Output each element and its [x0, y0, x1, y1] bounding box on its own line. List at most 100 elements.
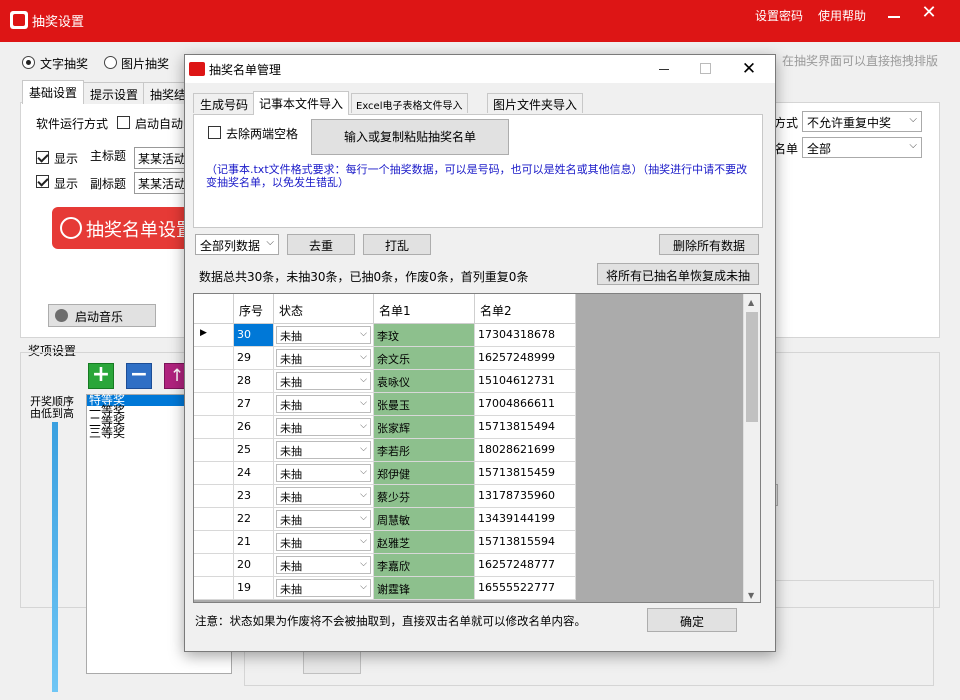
music-button[interactable]: 启动音乐: [48, 304, 156, 327]
cell-status[interactable]: 未抽 ⌵: [274, 508, 374, 531]
cell-name2[interactable]: 15713815594: [475, 531, 576, 554]
cell-index[interactable]: 22: [234, 508, 274, 531]
cell-name1[interactable]: 蔡少芬: [374, 485, 475, 508]
show-sub-title-checkbox[interactable]: [36, 175, 49, 188]
repeat-mode-select[interactable]: 不允许重复中奖 ⌵: [802, 111, 922, 132]
status-select[interactable]: 未抽 ⌵: [276, 326, 371, 344]
status-select[interactable]: 未抽 ⌵: [276, 395, 371, 413]
row-header[interactable]: [194, 439, 234, 462]
status-select[interactable]: 未抽 ⌵: [276, 464, 371, 482]
cell-name2[interactable]: 18028621699: [475, 439, 576, 462]
cell-index[interactable]: 20: [234, 554, 274, 577]
cell-name2[interactable]: 17004866611: [475, 393, 576, 416]
cell-name2[interactable]: 16257248999: [475, 347, 576, 370]
close-icon[interactable]: ✕: [914, 2, 944, 26]
trim-spaces-checkbox[interactable]: [208, 126, 221, 139]
row-header[interactable]: [194, 462, 234, 485]
remove-prize-button[interactable]: −: [126, 363, 152, 389]
cell-name2[interactable]: 15713815459: [475, 462, 576, 485]
cell-name1[interactable]: 郑伊健: [374, 462, 475, 485]
tab-excel-import[interactable]: Excel电子表格文件导入: [351, 93, 468, 113]
cell-name2[interactable]: 17304318678: [475, 324, 576, 347]
cell-status[interactable]: 未抽 ⌵: [274, 531, 374, 554]
shuffle-button[interactable]: 打乱: [363, 234, 431, 255]
row-header[interactable]: [194, 393, 234, 416]
help-link[interactable]: 使用帮助: [818, 7, 866, 24]
cell-name1[interactable]: 余文乐: [374, 347, 475, 370]
list-settings-button[interactable]: 抽奖名单设置: [52, 207, 192, 249]
delete-all-button[interactable]: 删除所有数据: [659, 234, 759, 255]
row-header[interactable]: [194, 577, 234, 600]
maximize-icon[interactable]: [695, 59, 715, 79]
auto-start-checkbox[interactable]: [117, 116, 130, 129]
tab-notepad-import[interactable]: 记事本文件导入: [253, 91, 350, 115]
cell-status[interactable]: 未抽 ⌵: [274, 416, 374, 439]
cell-index[interactable]: 28: [234, 370, 274, 393]
row-header[interactable]: [194, 416, 234, 439]
column-filter-select[interactable]: 全部列数据 ⌵: [195, 234, 279, 255]
tab-basic-settings[interactable]: 基础设置: [22, 80, 85, 104]
status-select[interactable]: 未抽 ⌵: [276, 533, 371, 551]
cell-name2[interactable]: 16555522777: [475, 577, 576, 600]
cell-name1[interactable]: 李嘉欣: [374, 554, 475, 577]
cell-index[interactable]: 26: [234, 416, 274, 439]
cell-index[interactable]: 25: [234, 439, 274, 462]
vertical-scrollbar[interactable]: ▲ ▼: [743, 294, 760, 602]
status-select[interactable]: 未抽 ⌵: [276, 487, 371, 505]
cell-name1[interactable]: 赵雅芝: [374, 531, 475, 554]
scroll-up-icon[interactable]: ▲: [748, 298, 754, 307]
cell-name1[interactable]: 周慧敏: [374, 508, 475, 531]
cell-status[interactable]: 未抽 ⌵: [274, 324, 374, 347]
mode-text-radio[interactable]: [22, 56, 35, 69]
tab-image-folder-import[interactable]: 图片文件夹导入: [487, 93, 584, 113]
restore-undrawn-button[interactable]: 将所有已抽名单恢复成未抽: [597, 263, 759, 285]
cell-index[interactable]: 24: [234, 462, 274, 485]
sub-title-input[interactable]: 某某活动: [134, 172, 188, 194]
cell-name2[interactable]: 16257248777: [475, 554, 576, 577]
list-range-select[interactable]: 全部 ⌵: [802, 137, 922, 158]
name-list-grid[interactable]: 序号 状态 名单1 名单2 ▶ 30 未抽 ⌵ 李玟 17304318678 29 未抽 ⌵ 余文…: [193, 293, 761, 603]
column-header-index[interactable]: 序号: [234, 294, 274, 324]
row-header[interactable]: [194, 347, 234, 370]
cell-name1[interactable]: 李玟: [374, 324, 475, 347]
row-header[interactable]: ▶: [194, 324, 234, 347]
cell-index[interactable]: 23: [234, 485, 274, 508]
cell-index[interactable]: 27: [234, 393, 274, 416]
cell-status[interactable]: 未抽 ⌵: [274, 347, 374, 370]
cell-status[interactable]: 未抽 ⌵: [274, 577, 374, 600]
cell-status[interactable]: 未抽 ⌵: [274, 370, 374, 393]
status-select[interactable]: 未抽 ⌵: [276, 510, 371, 528]
row-header[interactable]: [194, 531, 234, 554]
paste-list-button[interactable]: 输入或复制粘贴抽奖名单: [311, 119, 509, 155]
cell-status[interactable]: 未抽 ⌵: [274, 485, 374, 508]
tab-prompt-settings[interactable]: 提示设置: [83, 82, 146, 104]
add-prize-button[interactable]: +: [88, 363, 114, 389]
main-title-input[interactable]: 某某活动: [134, 147, 188, 169]
cell-index[interactable]: 29: [234, 347, 274, 370]
dedupe-button[interactable]: 去重: [287, 234, 355, 255]
cell-index[interactable]: 30: [234, 324, 274, 347]
cell-name2[interactable]: 15104612731: [475, 370, 576, 393]
close-icon[interactable]: ✕: [737, 57, 761, 81]
ok-button[interactable]: 确定: [647, 608, 737, 632]
row-header[interactable]: [194, 554, 234, 577]
cell-name2[interactable]: 13178735960: [475, 485, 576, 508]
show-main-title-checkbox[interactable]: [36, 151, 49, 164]
column-header-status[interactable]: 状态: [274, 294, 374, 324]
cell-name1[interactable]: 张家辉: [374, 416, 475, 439]
row-header[interactable]: [194, 508, 234, 531]
cell-status[interactable]: 未抽 ⌵: [274, 393, 374, 416]
row-header[interactable]: [194, 485, 234, 508]
cell-name2[interactable]: 13439144199: [475, 508, 576, 531]
set-password-link[interactable]: 设置密码: [755, 7, 803, 24]
cell-status[interactable]: 未抽 ⌵: [274, 439, 374, 462]
row-header[interactable]: [194, 370, 234, 393]
scrollbar-thumb[interactable]: [746, 312, 758, 422]
cell-name1[interactable]: 李若彤: [374, 439, 475, 462]
mode-image-radio[interactable]: [104, 56, 117, 69]
cell-index[interactable]: 21: [234, 531, 274, 554]
cell-name1[interactable]: 谢霆锋: [374, 577, 475, 600]
cell-name2[interactable]: 15713815494: [475, 416, 576, 439]
cell-status[interactable]: 未抽 ⌵: [274, 554, 374, 577]
minimize-icon[interactable]: [878, 4, 908, 28]
